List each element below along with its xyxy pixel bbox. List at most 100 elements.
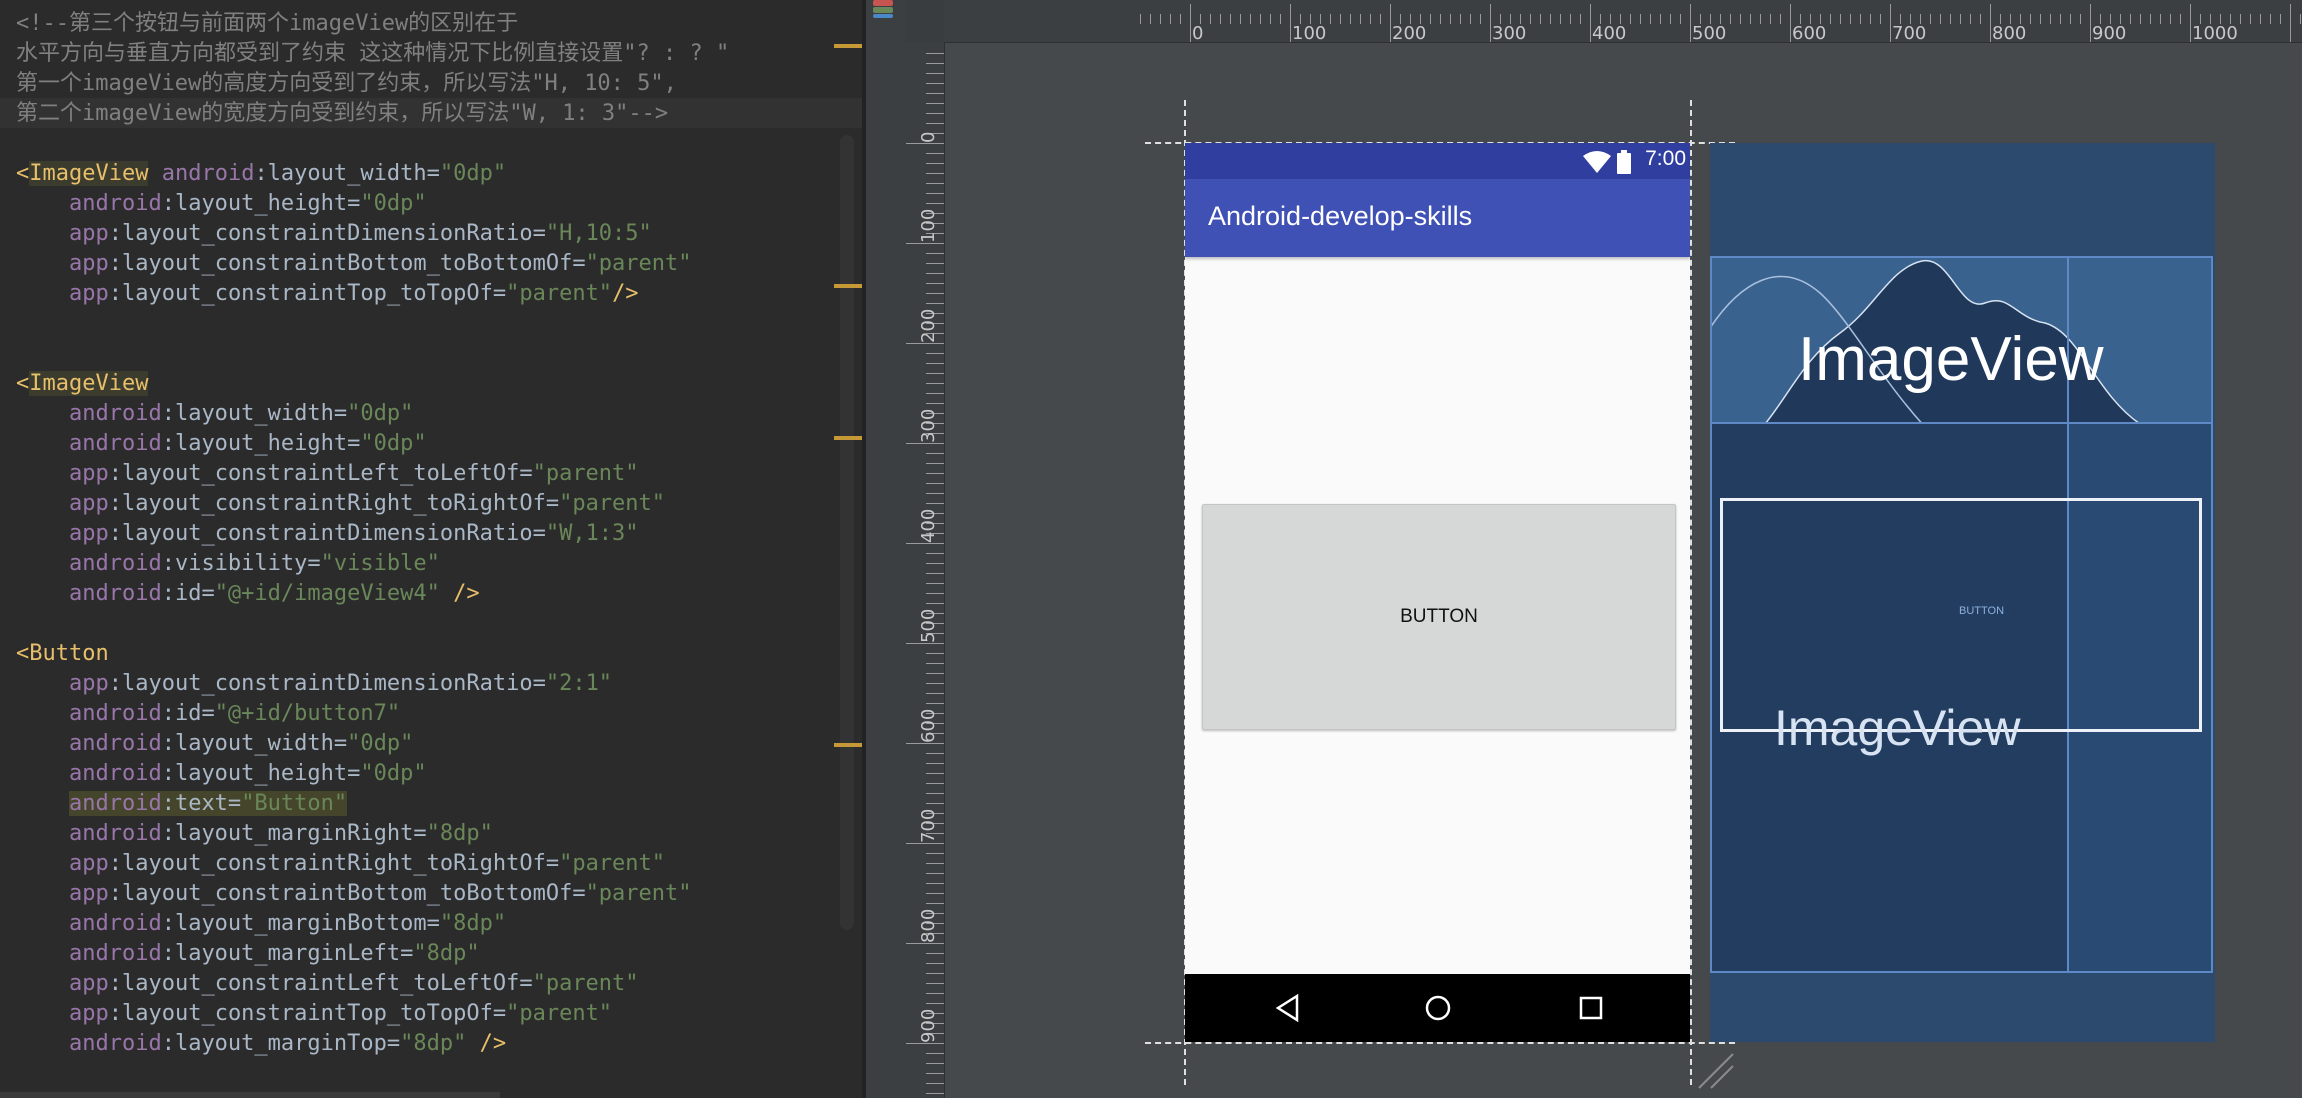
ruler-tick: [2240, 14, 2241, 24]
palette-icon[interactable]: [872, 0, 894, 18]
code-editor[interactable]: <!--第三个按钮与前面两个imageView的区别在于 水平方向与垂直方向都受到…: [0, 0, 862, 1098]
code-token: "8dp": [426, 821, 493, 846]
ruler-tick: [1890, 4, 1891, 42]
code-line[interactable]: android:layout_height="0dp": [16, 759, 427, 789]
code-token: app: [68, 251, 109, 276]
ruler-tick: [1970, 14, 1971, 24]
home-icon[interactable]: [1423, 993, 1453, 1023]
ruler-tick: [1210, 14, 1211, 24]
ruler-tick: [1680, 14, 1681, 24]
code-token: "parent": [532, 971, 639, 996]
ruler-tick: [926, 393, 944, 394]
ruler-tick: [926, 1053, 944, 1054]
back-icon[interactable]: [1273, 993, 1303, 1023]
code-line[interactable]: <!--第三个按钮与前面两个imageView的区别在于: [16, 9, 518, 39]
code-line[interactable]: 水平方向与垂直方向都受到了约束 这这种情况下比例直接设置"? : ? ": [16, 39, 729, 69]
editor-horizontal-scrollbar[interactable]: [0, 1092, 500, 1098]
ruler-label: 300: [1492, 23, 1527, 44]
code-line[interactable]: app:layout_constraintLeft_toLeftOf="pare…: [16, 459, 639, 489]
ruler-tick: [1360, 14, 1361, 24]
code-line[interactable]: 第二个imageView的宽度方向受到约束，所以写法"W, 1: 3"-->: [16, 99, 668, 129]
code-token: "parent": [559, 851, 666, 876]
editor-scrollbar[interactable]: [840, 135, 854, 930]
ruler-label: 700: [918, 808, 939, 843]
ruler-tick: [926, 153, 944, 154]
warning-marker[interactable]: [834, 743, 862, 747]
ruler-label: 400: [918, 508, 939, 543]
phone-preview[interactable]: 7:00 Android-develop-skills BUTTON: [1185, 143, 1690, 1042]
ruler-tick: [1640, 14, 1641, 24]
ruler-tick: [1940, 14, 1941, 24]
code-line[interactable]: app:layout_constraintLeft_toLeftOf="pare…: [16, 969, 639, 999]
code-token: :layout_constraintDimensionRatio=: [108, 671, 546, 696]
code-line[interactable]: android:layout_height="0dp": [16, 189, 427, 219]
preview-button[interactable]: BUTTON: [1202, 504, 1676, 730]
code-line[interactable]: 第一个imageView的高度方向受到了约束，所以写法"H, 10: 5",: [16, 69, 677, 99]
ruler-tick: [926, 763, 944, 764]
code-line[interactable]: android:layout_marginTop="8dp" />: [16, 1029, 506, 1059]
ruler-tick: [1330, 14, 1331, 24]
ruler-tick: [2040, 14, 2041, 24]
ruler-tick: [926, 673, 944, 674]
ruler-tick: [2180, 14, 2181, 24]
code-line[interactable]: app:layout_constraintDimensionRatio="H,1…: [16, 219, 652, 249]
ruler-tick: [2280, 14, 2281, 24]
code-line[interactable]: android:text="Button": [16, 789, 348, 819]
code-token: app: [68, 281, 109, 306]
code-token: :layout_width=: [161, 731, 348, 756]
code-line[interactable]: android:id="@+id/button7": [16, 699, 400, 729]
code-line[interactable]: <Button: [16, 639, 109, 669]
ruler-tick: [926, 383, 944, 384]
code-line[interactable]: app:layout_constraintBottom_toBottomOf="…: [16, 879, 692, 909]
ruler-tick: [1430, 14, 1431, 24]
code-line[interactable]: android:layout_height="0dp": [16, 429, 427, 459]
code-line[interactable]: app:layout_constraintTop_toTopOf="parent…: [16, 279, 639, 309]
recents-icon[interactable]: [1576, 993, 1606, 1023]
resize-handle-icon[interactable]: [1695, 1050, 1735, 1090]
code-token: android: [68, 551, 162, 576]
code-line[interactable]: android:layout_width="0dp": [16, 729, 413, 759]
ruler-tick: [926, 283, 944, 284]
warning-marker[interactable]: [834, 436, 862, 440]
code-line[interactable]: android:visibility="visible": [16, 549, 440, 579]
ruler-tick: [926, 83, 944, 84]
warning-marker[interactable]: [834, 284, 862, 288]
code-token: android: [68, 701, 162, 726]
code-line[interactable]: android:id="@+id/imageView4" />: [16, 579, 480, 609]
code-line[interactable]: app:layout_constraintDimensionRatio="W,1…: [16, 519, 639, 549]
code-line[interactable]: android:layout_width="0dp": [16, 399, 413, 429]
code-token: "W,1:3": [545, 521, 639, 546]
ruler-label: 0: [1192, 23, 1204, 44]
ruler-tick: [1630, 14, 1631, 24]
ruler-tick: [2170, 14, 2171, 24]
code-token: :layout_constraintBottom_toBottomOf=: [108, 881, 586, 906]
code-line[interactable]: android:layout_marginBottom="8dp": [16, 909, 506, 939]
ruler-tick: [1220, 14, 1221, 24]
ruler-tick: [926, 193, 944, 194]
ruler-tick: [1260, 14, 1261, 24]
code-token: "@+id/button7": [214, 701, 401, 726]
ruler-tick: [926, 903, 944, 904]
code-token: :layout_constraintTop_toTopOf=: [108, 1001, 507, 1026]
code-line[interactable]: app:layout_constraintBottom_toBottomOf="…: [16, 249, 692, 279]
code-line[interactable]: app:layout_constraintRight_toRightOf="pa…: [16, 489, 665, 519]
code-line[interactable]: android:layout_marginRight="8dp": [16, 819, 493, 849]
ruler-label: 200: [1392, 23, 1427, 44]
code-line[interactable]: <ImageView: [16, 369, 149, 399]
wifi-icon: [1583, 151, 1611, 173]
ruler-tick: [906, 843, 944, 844]
ruler-tick: [926, 853, 944, 854]
code-line[interactable]: app:layout_constraintDimensionRatio="2:1…: [16, 669, 612, 699]
code-line[interactable]: android:layout_marginLeft="8dp": [16, 939, 480, 969]
code-line[interactable]: app:layout_constraintTop_toTopOf="parent…: [16, 999, 612, 1029]
ruler-tick: [1440, 14, 1441, 24]
code-line[interactable]: app:layout_constraintRight_toRightOf="pa…: [16, 849, 665, 879]
warning-marker[interactable]: [834, 44, 862, 48]
ruler-label: 1000: [2192, 23, 2238, 44]
code-line[interactable]: <ImageView android:layout_width="0dp": [16, 159, 506, 189]
ruler-tick: [926, 683, 944, 684]
blueprint-view[interactable]: ImageView BUTTON ImageView: [1710, 143, 2215, 1042]
ruler-tick: [2050, 14, 2051, 24]
